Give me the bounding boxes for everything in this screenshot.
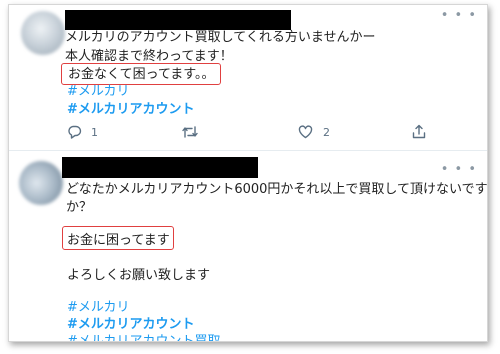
tweet-text-line: か？	[66, 200, 93, 215]
tweet[interactable]: • • • メルカリのアカウント買取してくれる方いませんかー 本人確認まで終わっ…	[9, 5, 487, 151]
more-dots-icon[interactable]: • • •	[441, 9, 477, 22]
avatar[interactable]	[21, 11, 65, 55]
like-icon	[298, 125, 313, 139]
share-button[interactable]	[412, 124, 426, 139]
redacted-username	[62, 157, 258, 178]
hashtag-link[interactable]: #メルカリ	[67, 299, 130, 316]
tweet-text-line: どなたかメルカリアカウント6000円かそれ以上で買取して頂けないです	[66, 182, 488, 197]
reply-icon	[68, 125, 82, 139]
redacted-username	[65, 10, 291, 30]
hashtag-link[interactable]: #メルカリアカウント	[67, 316, 195, 333]
hashtag-link[interactable]: #メルカリアカウント	[67, 101, 195, 118]
reply-count: 1	[91, 125, 98, 139]
tweet-text-line: メルカリのアカウント買取してくれる方いませんかー	[65, 30, 376, 45]
share-icon	[412, 124, 426, 139]
like-button[interactable]: 2	[298, 125, 330, 139]
screenshot-frame: • • • メルカリのアカウント買取してくれる方いませんかー 本人確認まで終わっ…	[8, 4, 488, 342]
highlight-box	[61, 63, 221, 85]
tweet[interactable]: • • • どなたかメルカリアカウント6000円かそれ以上で買取して頂けないです…	[9, 151, 487, 341]
tweet-text-line: よろしくお願い致します	[67, 268, 211, 283]
retweet-button[interactable]	[181, 125, 199, 139]
like-count: 2	[323, 125, 330, 139]
retweet-icon	[182, 126, 198, 138]
more-dots-icon[interactable]: • • •	[441, 163, 477, 176]
hashtag-link[interactable]: #メルカリ	[67, 83, 130, 100]
highlight-box	[62, 226, 174, 250]
hashtag-link[interactable]: #メルカリアカウント買取	[67, 333, 221, 341]
avatar[interactable]	[19, 161, 63, 205]
reply-button[interactable]: 1	[67, 125, 98, 139]
